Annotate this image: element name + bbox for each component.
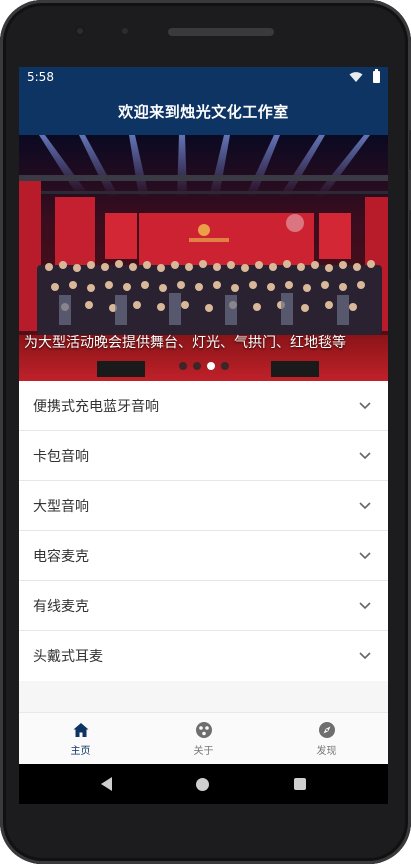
front-camera [74,25,86,37]
list-item-large-speaker[interactable]: 大型音响 [19,481,388,531]
carousel-indicators[interactable] [179,362,229,370]
proximity-sensor [122,28,128,34]
home-icon [73,722,88,737]
tab-home[interactable]: 主页 [19,713,142,764]
list-item-wired-mic[interactable]: 有线麦克 [19,581,388,631]
app-screen: 5:58 欢迎来到烛光文化工作室 为大型活动晚会提供舞台、灯光、气拱门、红地毯等… [19,67,388,804]
battery-icon [373,69,380,83]
chevron-down-icon [359,551,371,559]
list-item-label: 电容麦克 [33,548,89,565]
wifi-icon [349,72,363,82]
carousel-dot[interactable] [193,362,201,370]
bottom-tab-bar: 主页 关于 发现 [19,712,388,764]
phone-frame: 5:58 欢迎来到烛光文化工作室 为大型活动晚会提供舞台、灯光、气拱门、红地毯等… [0,0,411,864]
list-item-label: 头戴式耳麦 [33,649,103,665]
chevron-down-icon [359,451,371,459]
list-item-headset-mic[interactable]: 头戴式耳麦 [19,631,388,681]
home-circle-icon[interactable] [196,777,210,791]
banner-carousel[interactable]: 为大型活动晚会提供舞台、灯光、气拱门、红地毯等 [19,135,388,381]
chevron-down-icon [359,601,371,609]
about-icon [195,721,212,738]
list-item-label: 有线麦克 [33,598,89,615]
tab-about-label: 关于 [193,745,214,757]
list-item-condenser-mic[interactable]: 电容麦克 [19,531,388,581]
recent-apps-icon[interactable] [293,778,306,790]
back-icon[interactable] [101,777,113,791]
chevron-down-icon [359,501,371,509]
list-item-bluetooth-speaker[interactable]: 便携式充电蓝牙音响 [19,381,388,431]
tab-about[interactable]: 关于 [142,713,265,764]
chevron-down-icon [359,401,371,409]
list-item-label: 大型音响 [33,498,89,515]
list-item-label: 卡包音响 [33,448,89,465]
system-navigation-bar [19,764,388,804]
app-title: 欢迎来到烛光文化工作室 [118,102,289,121]
carousel-dot[interactable] [221,362,229,370]
list-item-label: 便携式充电蓝牙音响 [33,398,159,415]
product-list: 便携式充电蓝牙音响 卡包音响 大型音响 电容麦克 有线麦克 头戴式耳麦 [19,381,388,681]
status-bar: 5:58 [19,67,388,87]
tab-home-label: 主页 [70,745,91,757]
app-bar: 欢迎来到烛光文化工作室 [19,87,388,135]
carousel-dot[interactable] [179,362,187,370]
carousel-dot-active[interactable] [207,362,215,370]
status-time: 5:58 [27,70,54,84]
list-item-card-speaker[interactable]: 卡包音响 [19,431,388,481]
tab-discover-label: 发现 [316,745,337,757]
banner-caption: 为大型活动晚会提供舞台、灯光、气拱门、红地毯等 [24,335,346,351]
compass-icon [318,721,335,738]
tab-discover[interactable]: 发现 [265,713,388,764]
chevron-down-icon [359,652,371,660]
earpiece-speaker [168,28,274,36]
